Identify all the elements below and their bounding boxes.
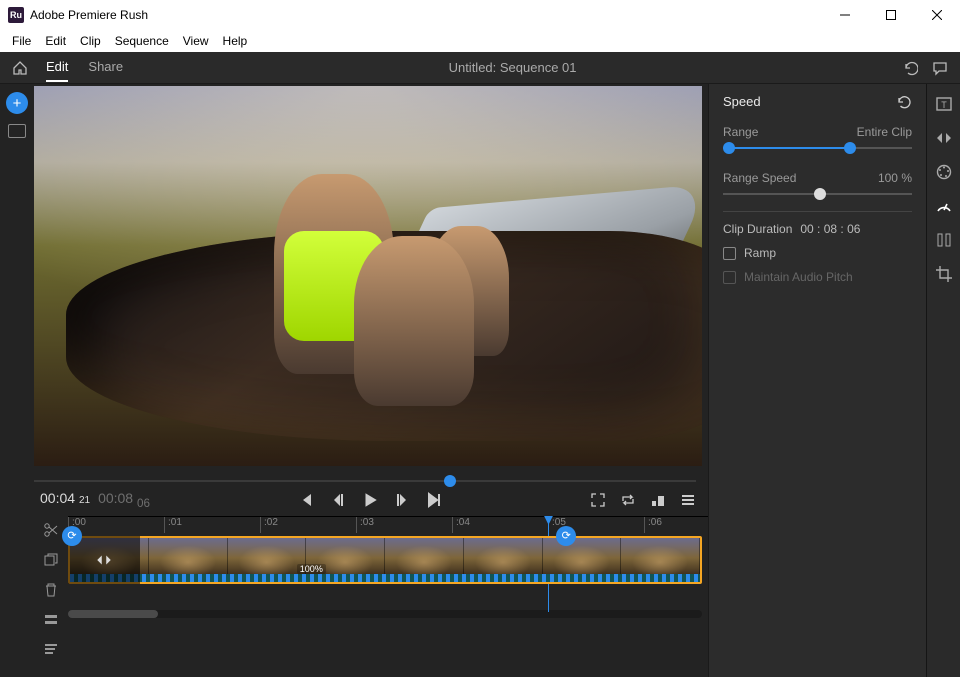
window-minimize-button[interactable] <box>822 0 868 30</box>
ruler-mark: :01 <box>164 517 182 533</box>
color-tool-button[interactable] <box>934 162 954 182</box>
delete-button[interactable] <box>43 582 59 598</box>
menu-file[interactable]: File <box>6 32 37 50</box>
window-close-button[interactable] <box>914 0 960 30</box>
step-forward-button[interactable] <box>393 491 411 509</box>
play-button[interactable] <box>361 491 379 509</box>
titles-tool-button[interactable]: T <box>934 94 954 114</box>
undo-button[interactable] <box>902 60 918 76</box>
range-speed-value[interactable]: 100 % <box>878 171 912 185</box>
tab-edit[interactable]: Edit <box>46 53 68 82</box>
scrub-playhead[interactable] <box>444 475 456 487</box>
speed-slider[interactable] <box>723 187 912 201</box>
range-end-thumb[interactable] <box>844 142 856 154</box>
preview-monitor[interactable] <box>34 86 702 466</box>
timeline-scroll-thumb[interactable] <box>68 610 158 618</box>
step-back-button[interactable] <box>329 491 347 509</box>
project-panel-button[interactable] <box>8 124 26 138</box>
transitions-tool-button[interactable] <box>934 128 954 148</box>
timeline-clip[interactable]: 100% <box>68 536 702 584</box>
divider <box>723 211 912 212</box>
clip-speed-label: 100% <box>297 564 326 574</box>
reset-speed-button[interactable] <box>896 95 912 109</box>
menu-clip[interactable]: Clip <box>74 32 107 50</box>
tab-share[interactable]: Share <box>88 53 123 82</box>
sequence-title: Untitled: Sequence 01 <box>141 60 884 75</box>
maintain-pitch-checkbox <box>723 271 736 284</box>
clip-duration-value[interactable]: 00 : 08 : 06 <box>800 222 860 236</box>
add-media-button[interactable]: + <box>6 92 28 114</box>
menu-help[interactable]: Help <box>217 32 254 50</box>
split-clip-button[interactable] <box>43 522 59 538</box>
menu-view[interactable]: View <box>177 32 215 50</box>
zoom-toggle-button[interactable] <box>650 492 666 508</box>
ruler-mark: :06 <box>644 517 662 533</box>
loop-button[interactable] <box>620 492 636 508</box>
timeline-track[interactable]: 100% ⟳ ⟳ <box>68 532 702 594</box>
speed-thumb[interactable] <box>814 188 826 200</box>
audio-tool-button[interactable] <box>934 230 954 250</box>
entire-clip-label: Entire Clip <box>857 125 912 139</box>
window-titlebar: Ru Adobe Premiere Rush <box>0 0 960 30</box>
fullscreen-button[interactable] <box>590 492 606 508</box>
window-title: Adobe Premiere Rush <box>30 8 148 22</box>
range-start-thumb[interactable] <box>723 142 735 154</box>
menu-edit[interactable]: Edit <box>39 32 72 50</box>
scrub-bar[interactable] <box>34 480 696 482</box>
view-options-button[interactable] <box>680 492 696 508</box>
window-maximize-button[interactable] <box>868 0 914 30</box>
comment-button[interactable] <box>932 60 948 76</box>
track-controls-button[interactable] <box>43 642 59 658</box>
timeline-scrollbar[interactable] <box>68 608 702 620</box>
go-end-button[interactable] <box>425 491 443 509</box>
app-logo-icon: Ru <box>8 7 24 23</box>
range-label: Range <box>723 125 758 139</box>
duplicate-button[interactable] <box>43 552 59 568</box>
svg-text:T: T <box>941 100 947 110</box>
timeline-ruler[interactable]: :00 :01 :02 :03 :04 :05 :06 <box>68 516 708 532</box>
range-speed-label: Range Speed <box>723 171 796 185</box>
ramp-checkbox[interactable] <box>723 247 736 260</box>
ruler-mark: :02 <box>260 517 278 533</box>
panel-title: Speed <box>723 94 761 109</box>
clip-duration-label: Clip Duration <box>723 222 792 236</box>
range-slider[interactable] <box>723 141 912 155</box>
tracks-button[interactable] <box>43 612 59 628</box>
menu-sequence[interactable]: Sequence <box>109 32 175 50</box>
ruler-mark: :04 <box>452 517 470 533</box>
crop-tool-button[interactable] <box>934 264 954 284</box>
speed-range-handle-end[interactable]: ⟳ <box>556 526 576 546</box>
home-button[interactable] <box>12 60 28 76</box>
menubar: File Edit Clip Sequence View Help <box>0 30 960 52</box>
go-start-button[interactable] <box>297 491 315 509</box>
maintain-pitch-label: Maintain Audio Pitch <box>744 270 853 284</box>
speed-tool-button[interactable] <box>934 196 954 216</box>
ramp-label: Ramp <box>744 246 776 260</box>
timecode-duration: 00:08 06 <box>98 490 150 510</box>
timecode-current[interactable]: 00:04 21 <box>40 490 90 510</box>
speed-panel: Speed Range Entire Clip <box>708 84 926 677</box>
ruler-mark: :03 <box>356 517 374 533</box>
speed-range-handle-start[interactable]: ⟳ <box>62 526 82 546</box>
